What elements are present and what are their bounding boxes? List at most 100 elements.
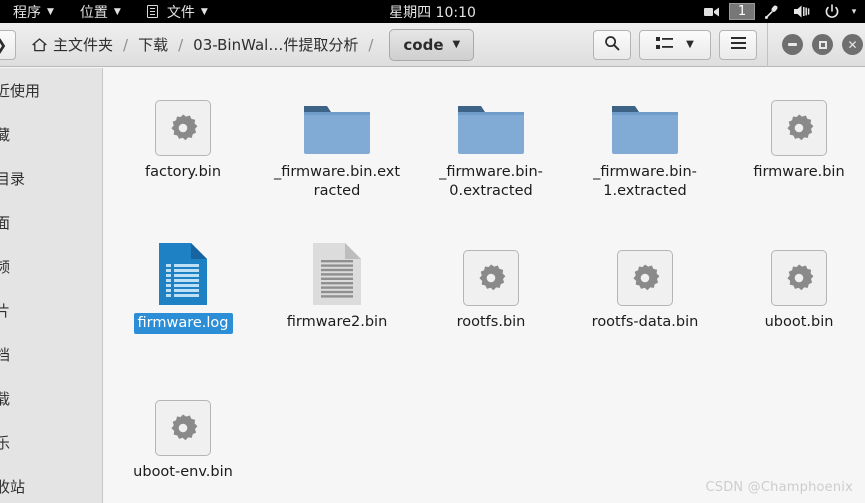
sidebar-item-starred[interactable]: 收藏 — [0, 112, 102, 156]
file-item[interactable]: rootfs-data.bin — [568, 228, 722, 378]
file-icon — [311, 232, 363, 306]
list-view-icon — [656, 35, 674, 54]
tray-chevron-down-icon[interactable]: ▾ — [847, 0, 861, 23]
panel-system-tray: 1 ▾ — [697, 0, 861, 23]
search-icon — [604, 35, 620, 55]
hamburger-menu-icon — [730, 35, 747, 54]
chevron-down-icon: ▼ — [113, 7, 121, 17]
sidebar-label: 回收站 — [0, 477, 26, 496]
file-list-view[interactable]: factory.bin _firmware.bin.extracted _firmw… — [104, 68, 865, 503]
folder-icon — [303, 102, 371, 156]
log-file-icon — [157, 242, 209, 306]
panel-menu-programs[interactable]: 程序 ▼ — [0, 0, 67, 23]
sidebar-item-pictures[interactable]: 图片 — [0, 288, 102, 332]
view-mode-button[interactable]: ▼ — [639, 29, 711, 60]
file-icon-grid: factory.bin _firmware.bin.extracted _firmw… — [104, 68, 865, 503]
search-button[interactable] — [593, 29, 631, 60]
file-item[interactable]: rootfs.bin — [414, 228, 568, 378]
minimize-icon — [788, 43, 797, 46]
volume-icon[interactable] — [787, 0, 817, 23]
sidebar-item-downloads[interactable]: 下载 — [0, 376, 102, 420]
sidebar-item-videos[interactable]: 视频 — [0, 244, 102, 288]
sidebar-item-home[interactable]: 主目录 — [0, 156, 102, 200]
minimize-button[interactable] — [782, 34, 803, 55]
file-item[interactable]: uboot-env.bin — [106, 378, 260, 503]
file-item[interactable]: firmware.bin — [722, 78, 865, 228]
file-name-label: uboot-env.bin — [133, 464, 233, 480]
file-item[interactable]: _firmware.bin.extracted — [260, 78, 414, 228]
video-camera-icon[interactable] — [697, 0, 727, 23]
close-button[interactable]: ✕ — [842, 34, 863, 55]
file-icon — [611, 82, 679, 156]
microphone-icon[interactable] — [757, 0, 787, 23]
breadcrumb-separator: / — [368, 35, 374, 54]
watermark: CSDN @Champhoenix — [705, 480, 853, 495]
sidebar-label: 图片 — [0, 300, 10, 321]
file-item[interactable]: firmware.log — [106, 228, 260, 378]
toolbar-actions: ▼ ✕ — [593, 22, 865, 67]
breadcrumb-current-folder-button[interactable]: code ▼ — [389, 28, 475, 61]
main-menu-button[interactable] — [719, 29, 757, 60]
places-sidebar[interactable]: 最近使用 收藏 主目录 桌面 视频 图片 文档 下载 音乐 回收站 — [0, 68, 103, 503]
file-name-label: _firmware.bin.extracted — [273, 164, 401, 200]
file-name-label: firmware2.bin — [286, 314, 388, 330]
nav-forward-button[interactable]: ❯ — [0, 29, 16, 60]
workspace-indicator: 1 — [729, 3, 755, 20]
sidebar-item-recent[interactable]: 最近使用 — [0, 68, 102, 112]
maximize-button[interactable] — [812, 34, 833, 55]
binary-file-icon — [155, 400, 211, 456]
sidebar-item-music[interactable]: 音乐 — [0, 420, 102, 464]
sidebar-label: 桌面 — [0, 212, 10, 233]
home-icon — [32, 37, 47, 52]
file-name-label: firmware.log — [133, 313, 233, 335]
panel-menu-files[interactable]: 文件 ▼ — [134, 0, 221, 23]
file-name-label: rootfs-data.bin — [591, 314, 699, 330]
file-icon — [157, 232, 209, 306]
file-name-label: _firmware.bin-1.extracted — [593, 164, 697, 200]
file-icon — [457, 82, 525, 156]
panel-menu-places-label: 位置 — [79, 4, 108, 21]
file-manager-toolbar: ❯ 主文件夹 / 下载 / 03-BinWal…件提取分析 / code ▼ — [0, 22, 865, 67]
folder-icon — [457, 102, 525, 156]
breadcrumb: 主文件夹 / 下载 / 03-BinWal…件提取分析 / code ▼ — [32, 28, 475, 61]
sidebar-item-trash[interactable]: 回收站 — [0, 464, 102, 503]
file-icon — [771, 232, 827, 306]
file-icon — [155, 382, 211, 456]
breadcrumb-label-home: 主文件夹 — [53, 36, 114, 54]
binary-file-icon — [463, 250, 519, 306]
document-icon — [146, 5, 158, 18]
panel-menu-files-label: 文件 — [166, 4, 195, 21]
window-controls: ✕ — [767, 22, 865, 67]
file-icon — [303, 82, 371, 156]
file-item[interactable]: _firmware.bin-0.extracted — [414, 78, 568, 228]
breadcrumb-item-home[interactable]: 主文件夹 — [32, 34, 113, 55]
sidebar-label: 视频 — [0, 256, 10, 277]
breadcrumb-separator: / — [178, 35, 184, 54]
file-icon — [463, 232, 519, 306]
file-item[interactable]: factory.bin — [106, 78, 260, 228]
file-name-label: rootfs.bin — [456, 314, 526, 330]
file-item[interactable]: firmware2.bin — [260, 228, 414, 378]
file-name-label: uboot.bin — [764, 314, 834, 330]
panel-menu-places[interactable]: 位置 ▼ — [67, 0, 134, 23]
file-name-label: _firmware.bin-0.extracted — [439, 164, 543, 200]
file-name-label: factory.bin — [144, 164, 222, 180]
breadcrumb-item-project[interactable]: 03-BinWal…件提取分析 — [193, 34, 358, 55]
chevron-down-icon: ▼ — [47, 7, 54, 17]
breadcrumb-item-downloads[interactable]: 下载 — [138, 34, 168, 55]
folder-icon — [611, 102, 679, 156]
sidebar-item-desktop[interactable]: 桌面 — [0, 200, 102, 244]
chevron-down-icon: ▼ — [452, 39, 461, 50]
tray-caret-label: ▾ — [851, 6, 857, 17]
power-icon[interactable] — [817, 0, 847, 23]
file-icon — [617, 232, 673, 306]
workspace-switcher[interactable]: 1 — [727, 0, 757, 23]
nav-forward-label: ❯ — [0, 36, 7, 54]
binary-file-icon — [155, 100, 211, 156]
file-item[interactable]: uboot.bin — [722, 228, 865, 378]
sidebar-label: 音乐 — [0, 432, 10, 453]
panel-menu-programs-label: 程序 — [13, 4, 41, 21]
sidebar-item-documents[interactable]: 文档 — [0, 332, 102, 376]
file-item[interactable]: _firmware.bin-1.extracted — [568, 78, 722, 228]
file-icon — [771, 82, 827, 156]
